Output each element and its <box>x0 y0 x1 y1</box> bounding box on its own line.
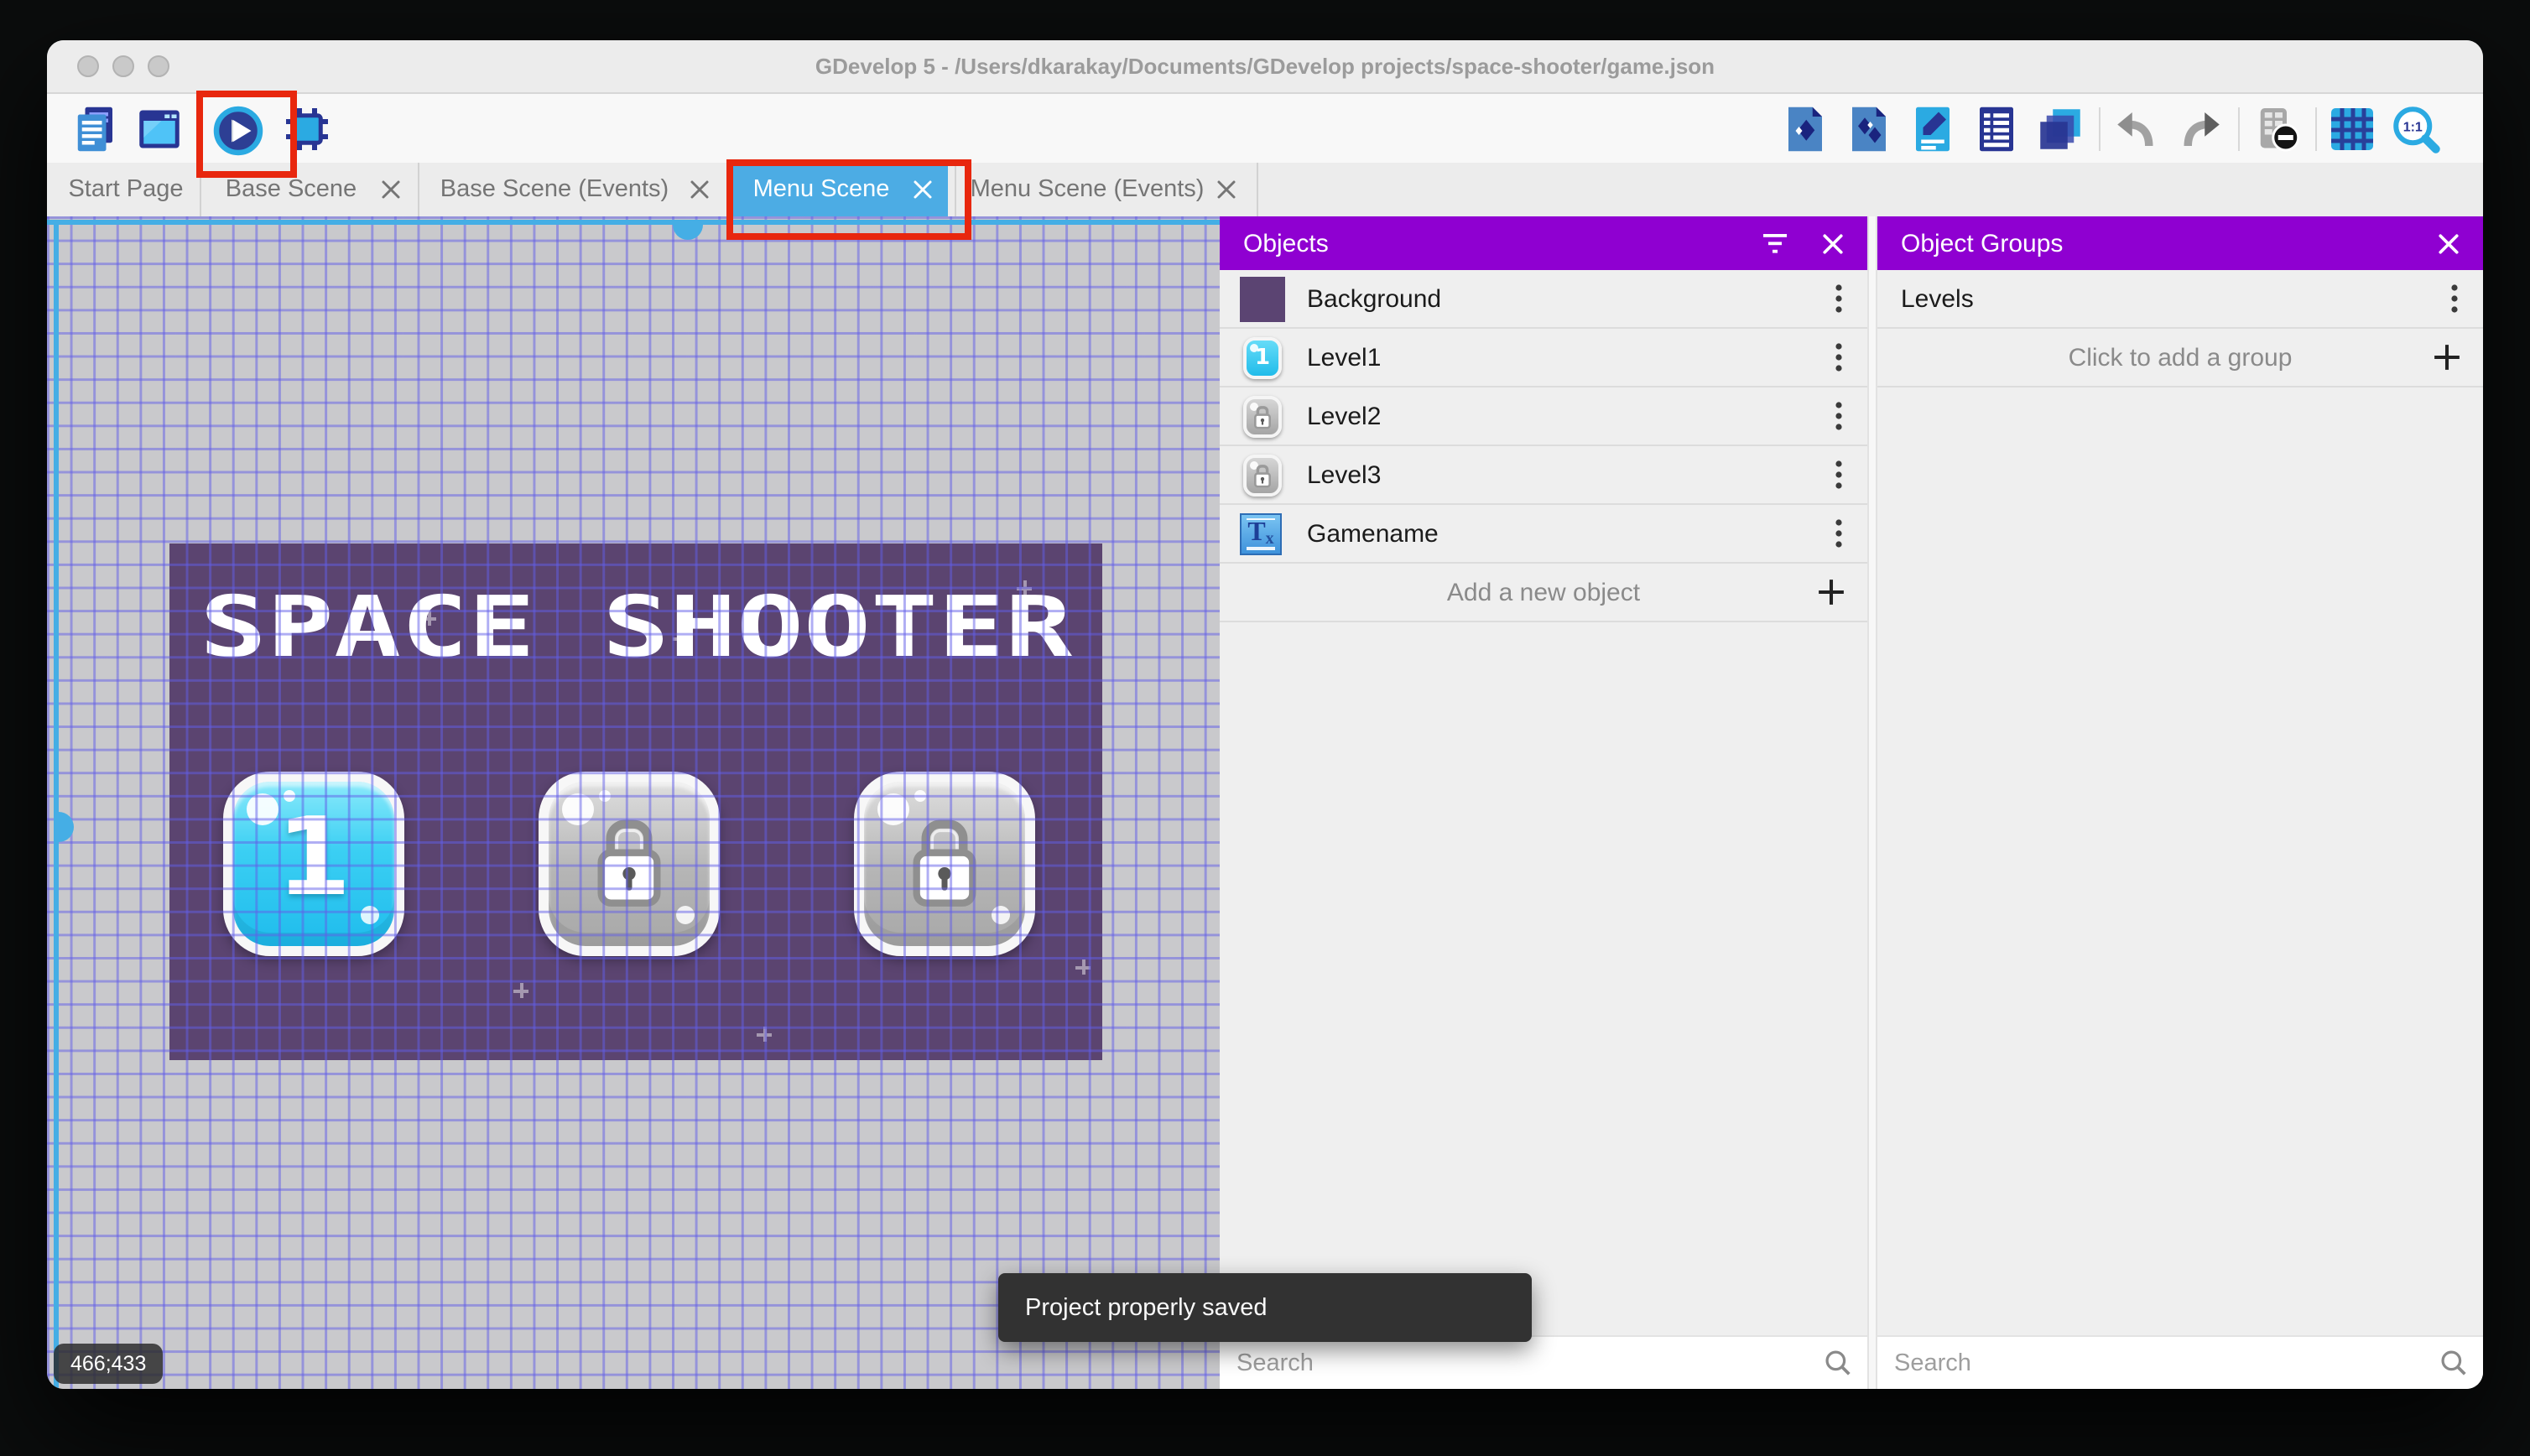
object-menu-kebab-icon[interactable] <box>1834 341 1844 374</box>
tab-divider <box>1257 163 1258 216</box>
tab-divider <box>955 163 956 216</box>
object-row-gamename[interactable]: Tx Gamename <box>1220 505 1867 564</box>
groups-panel-header: Object Groups <box>1877 216 2483 270</box>
object-menu-kebab-icon[interactable] <box>1834 517 1844 550</box>
object-menu-kebab-icon[interactable] <box>1834 399 1844 433</box>
sparkle-star <box>1075 959 1091 975</box>
object-groups-panel-icon[interactable] <box>1844 104 1894 154</box>
text-object-icon: Tx <box>1240 511 1285 556</box>
lock-icon <box>864 782 1025 946</box>
grid-toggle-icon[interactable] <box>2327 104 2377 154</box>
screenshot-stage: GDevelop 5 - /Users/dkarakay/Documents/G… <box>0 0 2530 1456</box>
groups-search-input[interactable] <box>1877 1348 2438 1378</box>
minimize-window-button[interactable] <box>112 55 134 77</box>
groups-search-row <box>1877 1335 2483 1389</box>
sparkle-star <box>513 983 528 998</box>
add-group-row[interactable]: Click to add a group <box>1877 329 2483 387</box>
game-title-text-instance[interactable]: SPACE SHOOTER <box>193 584 1079 674</box>
main-toolbar: 1:1 <box>47 91 2483 178</box>
close-window-button[interactable] <box>77 55 99 77</box>
level1-digit: 1 <box>276 797 351 921</box>
close-tab-icon[interactable] <box>1216 179 1236 200</box>
scene-background-instance[interactable]: SPACE SHOOTER 1 <box>169 543 1102 1060</box>
svg-text:1:1: 1:1 <box>2403 121 2423 135</box>
save-toast: Project properly saved <box>998 1273 1532 1342</box>
background-object-icon <box>1240 276 1285 321</box>
tab-divider <box>418 163 419 216</box>
object-row-level3[interactable]: Level3 <box>1220 446 1867 505</box>
cursor-coordinates-badge: 466;433 <box>54 1344 164 1384</box>
selection-top-edge <box>47 220 1220 225</box>
maximize-window-button[interactable] <box>148 55 169 77</box>
object-menu-kebab-icon[interactable] <box>1834 458 1844 491</box>
panel-divider[interactable] <box>1867 216 1877 1389</box>
svg-text:SPACE SHOOTER: SPACE SHOOTER <box>200 584 1073 674</box>
tab-bar: Start Page Base Scene Base Scene (Events… <box>47 159 2483 240</box>
group-menu-kebab-icon[interactable] <box>2449 282 2460 315</box>
selection-left-handle[interactable] <box>59 812 74 842</box>
level1-button-instance[interactable]: 1 <box>223 772 404 956</box>
add-object-plus-icon[interactable] <box>1817 578 1845 606</box>
window-title: GDevelop 5 - /Users/dkarakay/Documents/G… <box>815 54 1715 79</box>
objects-panel-header: Objects <box>1220 216 1867 270</box>
objects-search-row <box>1220 1335 1867 1389</box>
add-group-plus-icon[interactable] <box>2433 343 2461 372</box>
objects-search-input[interactable] <box>1220 1348 1822 1378</box>
object-groups-panel: Object Groups Levels Click to add a grou… <box>1877 216 2483 1389</box>
tab-divider <box>728 163 730 216</box>
level2-button-instance[interactable] <box>539 772 720 956</box>
zoom-reset-icon[interactable]: 1:1 <box>2391 104 2441 154</box>
debugger-icon[interactable] <box>282 104 332 154</box>
object-menu-kebab-icon[interactable] <box>1834 282 1844 315</box>
gdevelop-window: GDevelop 5 - /Users/dkarakay/Documents/G… <box>47 40 2483 1389</box>
close-tab-icon[interactable] <box>913 179 933 200</box>
group-row-levels[interactable]: Levels <box>1877 270 2483 329</box>
play-preview-icon[interactable] <box>213 106 263 156</box>
instances-list-icon[interactable] <box>1971 104 2022 154</box>
toolbar-separator <box>2238 107 2240 151</box>
close-panel-icon[interactable] <box>1822 232 1844 254</box>
level3-button-instance[interactable] <box>854 772 1035 956</box>
project-manager-icon[interactable] <box>70 104 121 154</box>
level1-object-icon: 1 <box>1240 335 1285 380</box>
selection-left-edge <box>54 220 59 1389</box>
level3-object-icon <box>1240 452 1285 497</box>
toolbar-separator <box>2315 107 2317 151</box>
search-icon <box>2438 1347 2470 1379</box>
undo-icon[interactable] <box>2112 104 2163 154</box>
search-icon <box>1822 1347 1854 1379</box>
redo-icon[interactable] <box>2174 104 2225 154</box>
close-panel-icon[interactable] <box>2438 232 2460 254</box>
add-new-object-row[interactable]: Add a new object <box>1220 564 1867 622</box>
groups-panel-title: Object Groups <box>1901 229 2064 257</box>
tab-menu-scene-events[interactable]: Menu Scene (Events) <box>961 163 1252 216</box>
scene-window-icon[interactable] <box>134 104 185 154</box>
objects-panel-icon[interactable] <box>1780 104 1830 154</box>
lock-icon <box>549 782 710 946</box>
selection-top-handle[interactable] <box>673 225 703 240</box>
objects-panel-title: Objects <box>1243 229 1329 257</box>
sparkle-star <box>757 1027 772 1042</box>
properties-panel-icon[interactable] <box>1908 104 1958 154</box>
close-tab-icon[interactable] <box>690 179 710 200</box>
tab-base-scene[interactable]: Base Scene <box>205 163 416 216</box>
layers-panel-icon[interactable] <box>2035 104 2085 154</box>
toggle-mask-icon[interactable] <box>2253 104 2304 154</box>
tab-start-page[interactable]: Start Page <box>54 163 198 216</box>
scene-editor-canvas[interactable]: SPACE SHOOTER 1 466;433 <box>47 216 1220 1389</box>
close-tab-icon[interactable] <box>381 179 401 200</box>
object-row-level1[interactable]: 1 Level1 <box>1220 329 1867 387</box>
title-bar: GDevelop 5 - /Users/dkarakay/Documents/G… <box>47 40 2483 94</box>
objects-panel: Objects Background 1 Level1 Level2 Level… <box>1220 216 1867 1389</box>
toolbar-separator <box>2099 107 2101 151</box>
filter-icon[interactable] <box>1762 232 1788 254</box>
tab-base-scene-events[interactable]: Base Scene (Events) <box>423 163 725 216</box>
object-row-background[interactable]: Background <box>1220 270 1867 329</box>
tab-divider <box>200 163 201 216</box>
level2-object-icon <box>1240 393 1285 439</box>
object-row-level2[interactable]: Level2 <box>1220 387 1867 446</box>
tab-menu-scene[interactable]: Menu Scene <box>733 163 948 216</box>
